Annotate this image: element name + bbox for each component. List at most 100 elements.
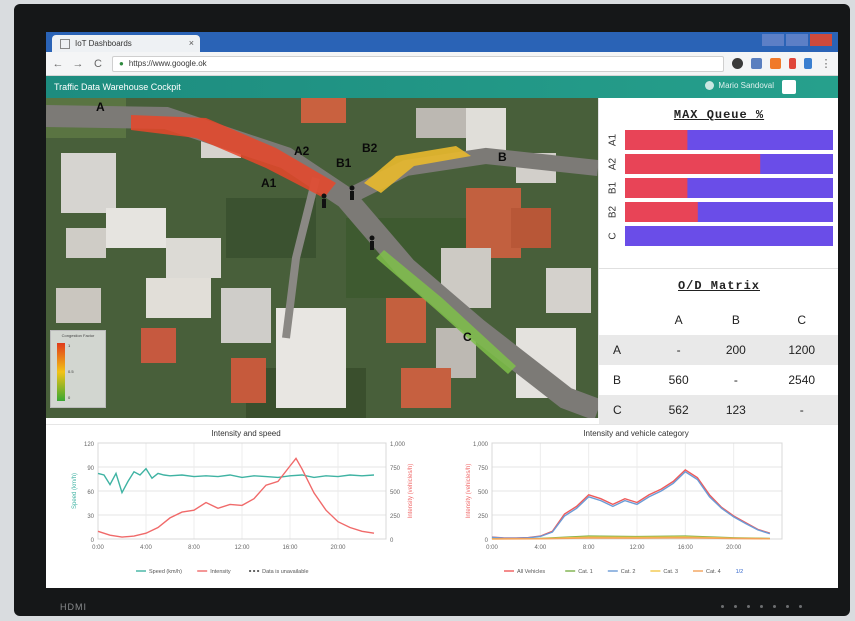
od-matrix-title: O/D Matrix: [677, 279, 760, 293]
y2-tick-label: 0: [390, 538, 394, 544]
legend-label: Intensity: [210, 569, 231, 575]
y-axis-label: Intensity (vehicles/h): [466, 464, 472, 519]
legend-label: Cat. 3: [663, 569, 678, 575]
y2-tick-label: 750: [390, 466, 401, 472]
od-row-header: B: [613, 373, 622, 387]
x-tick-label: 8:00: [188, 545, 200, 551]
queue-row-label: B1: [608, 181, 619, 194]
menu-icon[interactable]: ⋮: [820, 57, 832, 70]
x-tick-label: 12:00: [629, 545, 645, 551]
browser-tabbar: IoT Dashboards ×: [46, 32, 838, 52]
charts-area: Intensity and speed Intensity and vehicl…: [46, 424, 838, 588]
queue-row-label: A1: [608, 133, 619, 146]
browser-toolbar: ← → C ● https://www.google.ok ⋮: [46, 52, 838, 76]
browser-tab[interactable]: IoT Dashboards ×: [52, 35, 200, 52]
x-tick-label: 4:00: [140, 545, 152, 551]
x-tick-label: 0:00: [486, 545, 498, 551]
series-line: [491, 470, 771, 539]
legend-tick: 0.5: [68, 369, 74, 374]
intensity-category-chart: 0 250 500 750 1,000 0:00 4:00 8:00 12:00 16:00 20:…: [466, 442, 783, 575]
legend-tick: 1: [68, 343, 71, 348]
extension-icon[interactable]: [751, 58, 762, 69]
intensity-speed-chart: 0 30 60 90 120 0 250 500 750 1,000 0:00 4:00 8:00 12:…: [72, 442, 414, 575]
app-title: Traffic Data Warehouse Cockpit: [54, 82, 181, 92]
extension-icon[interactable]: [770, 58, 781, 69]
od-cell: -: [764, 395, 838, 425]
forward-button[interactable]: →: [72, 58, 84, 70]
table-row: A - 200 1200: [599, 335, 838, 365]
map-view[interactable]: A A2 A1 B1 B2 B C Congestion Factor 1 0.…: [46, 98, 598, 418]
od-cell: 560: [668, 373, 689, 387]
y2-axis-label: Intensity (vehicles/h): [408, 464, 414, 519]
map-label-a2: A2: [294, 144, 310, 158]
od-col-header: C: [797, 313, 807, 327]
maximize-button[interactable]: [786, 34, 808, 46]
queue-bar: [625, 178, 688, 198]
od-cell: -: [733, 373, 738, 387]
window-close-button[interactable]: [810, 34, 832, 46]
back-button[interactable]: ←: [52, 58, 64, 70]
max-queue-panel: MAX Queue % A1 A2 B1 B2 C: [599, 98, 838, 266]
od-row-header: C: [599, 395, 650, 425]
window-controls: [762, 34, 832, 46]
od-cell: 2540: [788, 373, 816, 387]
y-tick-label: 250: [478, 514, 489, 520]
queue-row-label: C: [608, 232, 619, 239]
extension-icon[interactable]: [732, 58, 743, 69]
table-row: C 562 123 -: [599, 395, 838, 425]
y-tick-label: 500: [478, 490, 489, 496]
right-panels: MAX Queue % A1 A2 B1 B2 C O/D Matrix A B C: [598, 98, 838, 425]
minimize-button[interactable]: [762, 34, 784, 46]
tab-favicon-icon: [60, 38, 70, 49]
extension-icon[interactable]: [804, 58, 812, 69]
y-tick-label: 750: [478, 466, 489, 472]
brand-logo-icon: [782, 80, 796, 94]
user-name: Mario Sandoval: [718, 81, 774, 90]
legend-pager: 1/2: [736, 569, 744, 575]
map-label-b: B: [498, 150, 507, 164]
monitor-buttons: [721, 605, 802, 608]
x-tick-label: 12:00: [234, 545, 250, 551]
aerial-map: [46, 98, 598, 418]
screen: IoT Dashboards × ← → C ● https://www.goo…: [46, 32, 838, 588]
x-tick-label: 0:00: [92, 545, 104, 551]
map-label-b1: B1: [336, 156, 352, 170]
congestion-legend: Congestion Factor 1 0.5 0: [50, 330, 106, 408]
lock-icon: ●: [119, 59, 124, 68]
legend-tick: 0: [68, 395, 71, 400]
od-cell: 200: [707, 335, 765, 365]
legend-label: All Vehicles: [517, 569, 545, 575]
reload-button[interactable]: C: [92, 58, 104, 70]
series-line: [97, 457, 375, 538]
queue-remaining-bar: [625, 226, 833, 246]
od-corner: [599, 305, 650, 335]
queue-bar: [625, 154, 761, 174]
x-tick-label: 20:00: [330, 545, 346, 551]
monitor-brand: HDMI: [60, 602, 87, 612]
od-col-header: A: [674, 313, 683, 327]
od-matrix-table: A B C A - 200 1200 B 560 - 2540 C 562 12…: [599, 305, 838, 425]
legend-label: Data is unavailable: [262, 569, 308, 575]
legend-label: Cat. 2: [621, 569, 636, 575]
series-line: [491, 469, 771, 539]
map-label-c: C: [463, 330, 472, 344]
extension-icon[interactable]: [789, 58, 796, 69]
brand-logo: [782, 79, 830, 95]
x-tick-label: 8:00: [583, 545, 595, 551]
legend-label: Cat. 1: [578, 569, 593, 575]
y-tick-label: 30: [87, 514, 94, 520]
od-cell: -: [650, 335, 708, 365]
y2-tick-label: 500: [390, 490, 401, 496]
od-matrix-panel: O/D Matrix A B C A - 200 1200 B 560 - 25…: [599, 268, 838, 425]
legend-label: Cat. 4: [706, 569, 721, 575]
user-menu[interactable]: Mario Sandoval: [705, 81, 774, 90]
queue-row-label: B2: [608, 205, 619, 218]
tab-close-icon[interactable]: ×: [189, 38, 194, 48]
max-queue-title: MAX Queue %: [673, 108, 765, 122]
address-bar[interactable]: ● https://www.google.ok: [112, 55, 724, 72]
congestion-legend-title: Congestion Factor: [61, 333, 95, 338]
x-tick-label: 20:00: [726, 545, 742, 551]
y-tick-label: 1,000: [473, 442, 489, 448]
y-tick-label: 0: [91, 538, 95, 544]
queue-bar: [625, 130, 688, 150]
